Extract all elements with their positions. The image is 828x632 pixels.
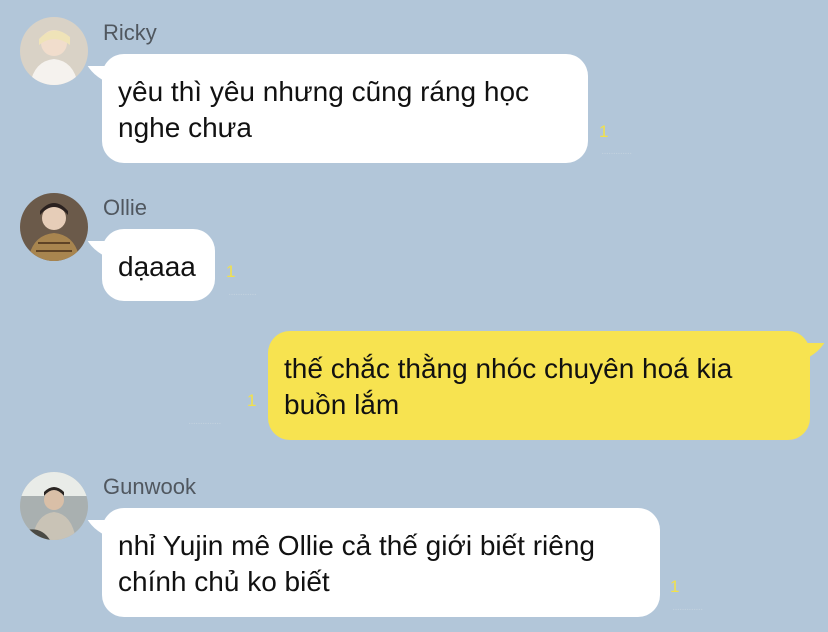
avatar-photo-icon	[20, 472, 88, 540]
avatar-photo-icon	[20, 193, 88, 261]
sender-name-ricky: Ricky	[103, 20, 157, 45]
avatar-photo-icon	[20, 17, 88, 85]
message-time: ············	[228, 289, 257, 300]
sender-avatar-ricky[interactable]	[20, 17, 88, 85]
sender-name-gunwook: Gunwook	[103, 474, 196, 499]
unread-count: 1	[226, 262, 236, 281]
message-bubble[interactable]: nhỉ Yujin mê Ollie cả thế giới biết riên…	[102, 508, 660, 617]
sender-avatar-gunwook[interactable]	[20, 472, 88, 540]
message-bubble[interactable]: yêu thì yêu nhưng cũng ráng học nghe chư…	[102, 54, 588, 163]
sender-name-ollie: Ollie	[103, 195, 148, 220]
chat-room-messages[interactable]: Ricky yêu thì yêu nhưng cũng ráng học ng…	[0, 0, 828, 632]
unread-count: 1	[247, 391, 257, 410]
sender-avatar-ollie[interactable]	[20, 193, 88, 261]
message-time: ··············	[188, 418, 222, 429]
message-bubble[interactable]: thế chắc thằng nhóc chuyên hoá kia buồn …	[268, 331, 810, 440]
message-time: ·············	[601, 148, 632, 159]
unread-count: 1	[670, 577, 680, 596]
message-bubble[interactable]: dạaaa	[102, 229, 215, 301]
message-time: ·············	[672, 604, 703, 615]
unread-count: 1	[599, 122, 609, 141]
